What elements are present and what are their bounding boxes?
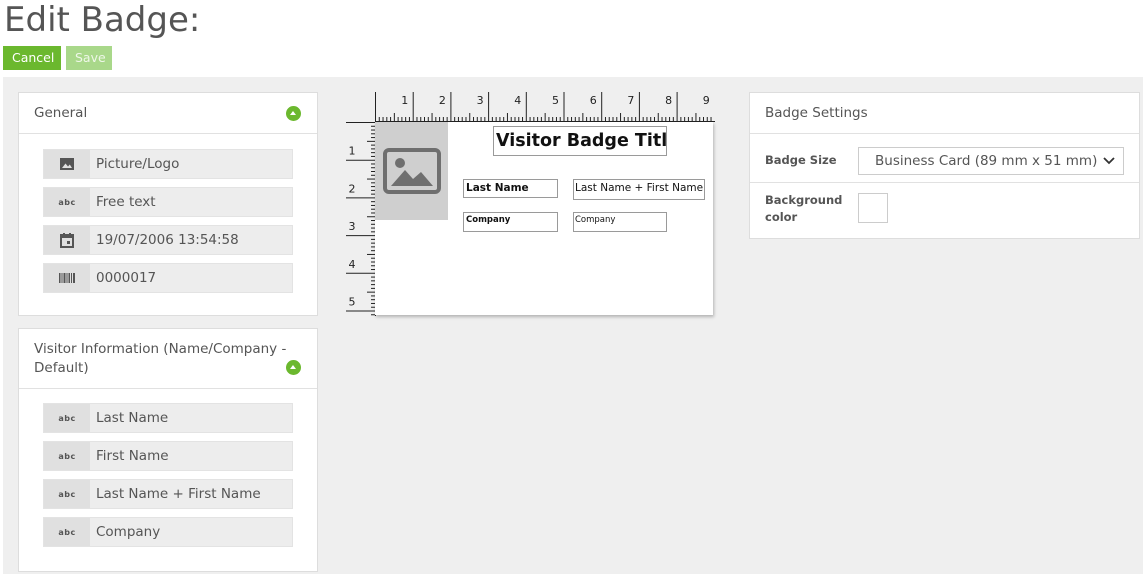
general-panel-header[interactable]: General	[19, 93, 317, 134]
page-title: Edit Badge:	[4, 0, 201, 40]
field-label: First Name	[96, 448, 169, 464]
abc-text-icon: abc	[44, 518, 90, 546]
badge-title-element[interactable]: Visitor Badge Title	[493, 126, 667, 156]
calendar-icon	[44, 226, 90, 254]
abc-text-icon: abc	[44, 480, 90, 508]
badge-last-name-label[interactable]: Last Name	[463, 179, 558, 198]
field-label: 0000017	[96, 270, 157, 286]
field-date-time[interactable]: 19/07/2006 13:54:58	[43, 225, 293, 255]
badge-canvas[interactable]: Visitor Badge Title Last Name Last Name …	[375, 122, 713, 315]
ruler-tick-label: 5	[552, 94, 559, 107]
abc-text-icon-label: abc	[58, 489, 76, 499]
field-company[interactable]: abc Company	[43, 517, 293, 547]
field-label: Picture/Logo	[96, 156, 180, 172]
badge-size-select[interactable]: Business Card (89 mm x 51 mm)	[858, 147, 1124, 175]
save-button[interactable]: Save	[66, 46, 112, 70]
ruler-tick-label: 6	[590, 94, 597, 107]
abc-text-icon-label: abc	[58, 527, 76, 537]
badge-full-name-value[interactable]: Last Name + First Name	[573, 179, 705, 200]
field-barcode[interactable]: 0000017	[43, 263, 293, 293]
abc-text-icon: abc	[44, 442, 90, 470]
badge-size-label: Badge Size	[765, 153, 837, 167]
field-last-first-name[interactable]: abc Last Name + First Name	[43, 479, 293, 509]
general-panel-title: General	[34, 105, 88, 121]
field-label: Last Name	[96, 410, 169, 426]
field-label: Last Name + First Name	[96, 486, 261, 502]
badge-logo-placeholder[interactable]	[375, 122, 448, 220]
ruler-tick-label: 7	[627, 94, 634, 107]
abc-text-icon: abc	[44, 188, 90, 216]
field-picture-logo[interactable]: Picture/Logo	[43, 149, 293, 179]
abc-text-icon: abc	[44, 404, 90, 432]
badge-company-label[interactable]: Company	[463, 212, 558, 232]
image-icon	[44, 150, 90, 178]
abc-text-icon-label: abc	[58, 197, 76, 207]
image-placeholder-icon	[382, 148, 441, 194]
badge-settings-panel: Badge Settings Badge Size Business Card …	[749, 92, 1140, 239]
visitor-panel-title: Visitor Information (Name/Company - Defa…	[34, 341, 287, 376]
ruler-tick-label: 1	[349, 145, 356, 158]
badge-size-value: Business Card (89 mm x 51 mm)	[875, 153, 1098, 169]
badge-settings-header: Badge Settings	[750, 93, 1139, 134]
field-first-name[interactable]: abc First Name	[43, 441, 293, 471]
ruler-tick-label: 1	[401, 94, 408, 107]
ruler-tick-label: 4	[514, 94, 521, 107]
ruler-tick-label: 2	[349, 182, 356, 195]
visitor-panel-header[interactable]: Visitor Information (Name/Company - Defa…	[19, 329, 317, 389]
ruler-tick-label: 5	[349, 296, 356, 309]
badge-settings-title: Badge Settings	[765, 105, 868, 121]
field-last-name[interactable]: abc Last Name	[43, 403, 293, 433]
cancel-button[interactable]: Cancel	[3, 46, 61, 70]
ruler-tick-label: 9	[703, 94, 710, 107]
general-panel: General Picture/Logo abc Free text 19/07…	[18, 92, 318, 316]
ruler-tick-label: 3	[349, 220, 356, 233]
abc-text-icon-label: abc	[58, 413, 76, 423]
chevron-down-icon	[1103, 157, 1115, 165]
background-color-label: Background color	[765, 193, 843, 224]
abc-text-icon-label: abc	[58, 451, 76, 461]
field-free-text[interactable]: abc Free text	[43, 187, 293, 217]
collapse-icon[interactable]	[286, 360, 301, 375]
collapse-icon[interactable]	[286, 106, 301, 121]
ruler-tick-label: 2	[439, 94, 446, 107]
field-label: Free text	[96, 194, 156, 210]
ruler-tick-label: 4	[349, 258, 356, 271]
ruler-tick-label: 8	[665, 94, 672, 107]
barcode-icon	[44, 264, 90, 292]
settings-divider	[750, 182, 1139, 183]
visitor-information-panel: Visitor Information (Name/Company - Defa…	[18, 328, 318, 572]
vertical-ruler: 1 2 3 4 5	[346, 122, 376, 316]
field-label: Company	[96, 524, 161, 540]
badge-company-value[interactable]: Company	[573, 212, 667, 232]
ruler-tick-label: 3	[477, 94, 484, 107]
field-label: 19/07/2006 13:54:58	[96, 232, 239, 248]
horizontal-ruler: 1 2 3 4 5 6 7 8 9	[375, 92, 715, 122]
background-color-picker[interactable]	[858, 193, 888, 223]
